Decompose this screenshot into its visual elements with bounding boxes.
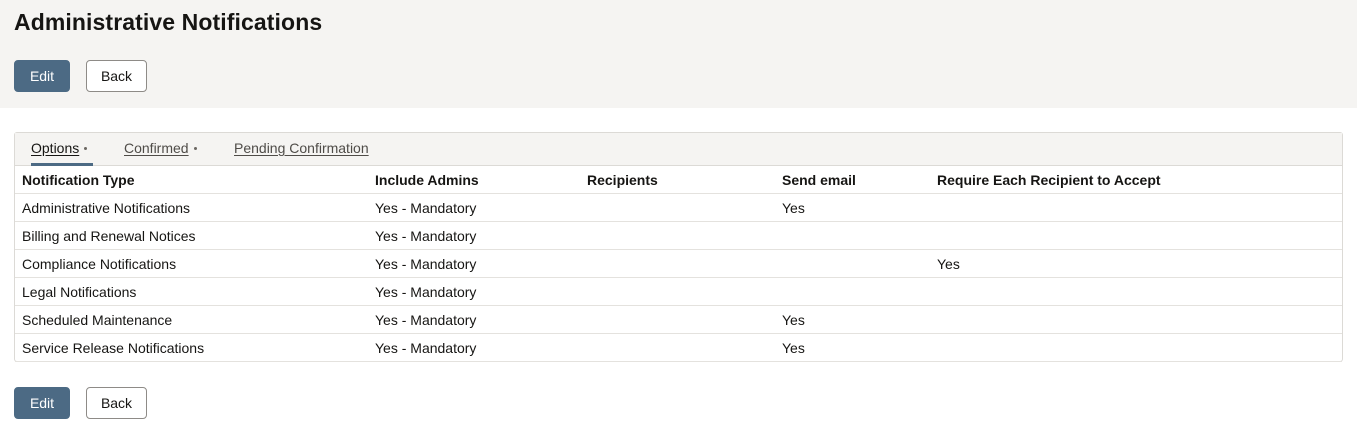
cell-notification-type: Service Release Notifications [22, 340, 205, 356]
cell-notification-type: Billing and Renewal Notices [22, 228, 196, 244]
tab-confirmed-label: Confirmed [124, 140, 189, 156]
cell-send-email: Yes [782, 340, 805, 356]
cell-notification-type: Compliance Notifications [22, 256, 177, 272]
table-row: Scheduled Maintenance Yes - Mandatory Ye… [15, 306, 1342, 334]
cell-include-admins: Yes - Mandatory [375, 228, 477, 244]
page-header: Administrative Notifications Edit Back [0, 0, 1357, 108]
cell-send-email: Yes [782, 312, 805, 328]
cell-include-admins: Yes - Mandatory [375, 200, 477, 216]
notifications-panel: Options Confirmed Pending Confirmation N… [14, 132, 1343, 362]
table-row: Compliance Notifications Yes - Mandatory… [15, 250, 1342, 278]
cell-include-admins: Yes - Mandatory [375, 340, 477, 356]
cell-notification-type: Administrative Notifications [22, 200, 191, 216]
tab-pending-confirmation[interactable]: Pending Confirmation [234, 140, 369, 166]
tab-options-indicator-icon [84, 146, 88, 150]
edit-button[interactable]: Edit [14, 60, 70, 92]
edit-button-bottom[interactable]: Edit [14, 387, 70, 419]
table-header-row: Notification Type Include Admins Recipie… [15, 166, 1342, 194]
tab-options-label: Options [31, 140, 80, 156]
tab-bar: Options Confirmed Pending Confirmation [15, 133, 1342, 166]
cell-include-admins: Yes - Mandatory [375, 256, 477, 272]
table-row: Administrative Notifications Yes - Manda… [15, 194, 1342, 222]
cell-notification-type: Scheduled Maintenance [22, 312, 173, 328]
column-header-require-accept: Require Each Recipient to Accept [937, 172, 1161, 188]
back-button-bottom[interactable]: Back [86, 387, 147, 419]
cell-notification-type: Legal Notifications [22, 284, 137, 300]
table-row: Legal Notifications Yes - Mandatory [15, 278, 1342, 306]
back-button[interactable]: Back [86, 60, 147, 92]
column-header-notification-type: Notification Type [22, 172, 135, 188]
page-title: Administrative Notifications [14, 9, 323, 35]
cell-include-admins: Yes - Mandatory [375, 312, 477, 328]
table-row: Billing and Renewal Notices Yes - Mandat… [15, 222, 1342, 250]
tab-confirmed-indicator-icon [193, 146, 197, 150]
cell-send-email: Yes [782, 200, 805, 216]
tab-options[interactable]: Options [31, 140, 93, 166]
column-header-include-admins: Include Admins [375, 172, 479, 188]
cell-include-admins: Yes - Mandatory [375, 284, 477, 300]
column-header-send-email: Send email [782, 172, 856, 188]
tab-confirmed[interactable]: Confirmed [124, 140, 197, 166]
cell-require-accept: Yes [937, 256, 960, 272]
table-row: Service Release Notifications Yes - Mand… [15, 334, 1342, 362]
column-header-recipients: Recipients [587, 172, 658, 188]
tab-pending-confirmation-label: Pending Confirmation [234, 140, 369, 156]
